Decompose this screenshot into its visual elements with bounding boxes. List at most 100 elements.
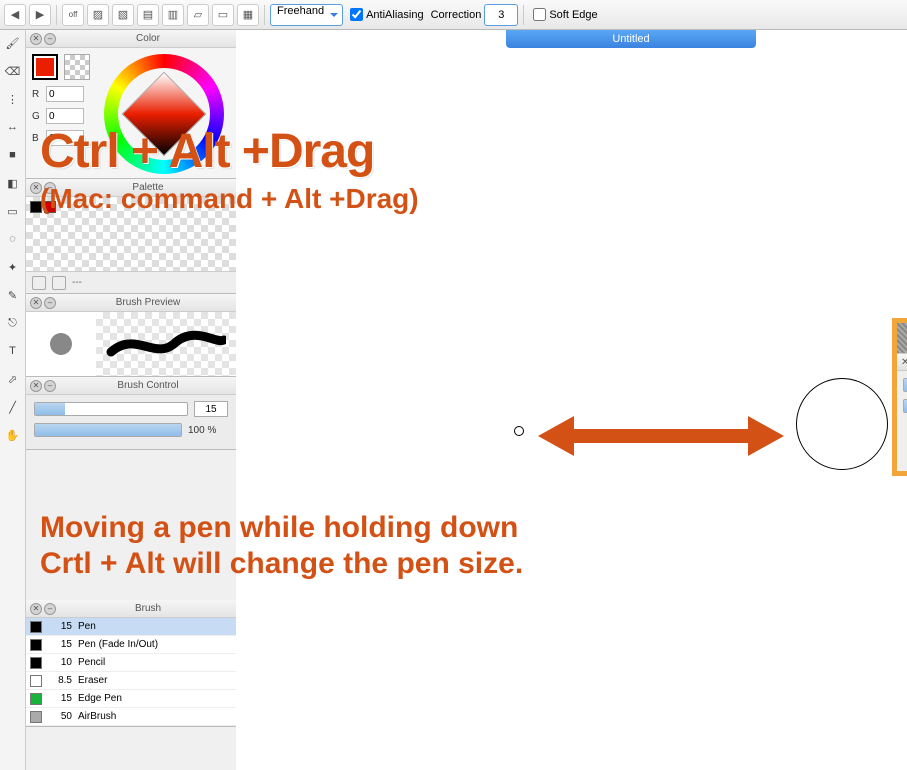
hand-tool-icon[interactable]: ✋	[4, 426, 22, 444]
rect-select-icon[interactable]: ▭	[4, 202, 22, 220]
dots-tool-icon[interactable]: ⋮	[4, 90, 22, 108]
pen-tool-icon[interactable]: ✎	[4, 286, 22, 304]
brush-name: Pen	[78, 621, 232, 632]
brush-size-input[interactable]	[194, 401, 228, 417]
collapse-icon[interactable]: –	[44, 380, 56, 392]
brush-row[interactable]: 15 Edge Pen	[26, 690, 236, 708]
brush-row[interactable]: 8.5 Eraser	[26, 672, 236, 690]
brush-opacity-label: 100 %	[188, 425, 228, 436]
top-toolbar: ◀ ▶ off ▨ ▧ ▤ ▥ ▱ ▭ ▦ Freehand AntiAlias…	[0, 0, 907, 30]
brush-opacity-slider[interactable]	[903, 399, 907, 413]
text-tool-icon[interactable]: T	[4, 342, 22, 360]
brush-preview-title: Brush Preview	[60, 297, 236, 308]
draw-mode-select[interactable]: Freehand	[270, 4, 343, 26]
brush-row[interactable]: 15 Pen (Fade In/Out)	[26, 636, 236, 654]
close-icon[interactable]: ✕	[30, 380, 42, 392]
close-icon[interactable]: ✕	[30, 603, 42, 615]
document-tab[interactable]: Untitled	[506, 30, 756, 48]
collapse-icon[interactable]: –	[44, 297, 56, 309]
gradient-tool-icon[interactable]: ◧	[4, 174, 22, 192]
pattern-3-icon[interactable]: ▤	[137, 4, 159, 26]
brush-name: Pencil	[78, 657, 232, 668]
brush-size-slider[interactable]	[34, 402, 188, 416]
brush-row[interactable]: 10 Pencil	[26, 654, 236, 672]
antialias-label: AntiAliasing	[366, 9, 423, 21]
antialias-checkbox[interactable]	[350, 8, 363, 21]
correction-input[interactable]	[484, 4, 518, 26]
brush-list-panel: ✕– Brush 15Pen15Pen (Fade In/Out)10Penci…	[26, 600, 236, 727]
color-panel-title: Color	[60, 33, 236, 44]
brush-swatch	[30, 621, 42, 633]
pattern-1-icon[interactable]: ▨	[87, 4, 109, 26]
g-label: G	[32, 111, 42, 122]
background-swatch[interactable]	[64, 54, 90, 80]
lasso-tool-icon[interactable]: ◌	[4, 230, 22, 248]
collapse-icon[interactable]: –	[44, 33, 56, 45]
pattern-4-icon[interactable]: ▥	[162, 4, 184, 26]
close-icon[interactable]: ✕	[30, 297, 42, 309]
tool-strip: 🖌 ⌫ ⋮ ↔ ■ ◧ ▭ ◌ ✦ ✎ ⎋ T ⬀ ╱ ✋	[0, 30, 26, 770]
size-demo	[496, 390, 887, 490]
draw-mode-label: Freehand	[277, 5, 324, 17]
antialias-check[interactable]: AntiAliasing	[350, 8, 423, 21]
eraser-tool-icon[interactable]: ⌫	[4, 62, 22, 80]
off-icon[interactable]: off	[62, 4, 84, 26]
softedge-label: Soft Edge	[549, 9, 597, 21]
r-label: R	[32, 89, 42, 100]
small-brush-circle	[514, 426, 524, 436]
nav-prev-icon[interactable]: ◀	[4, 4, 26, 26]
brush-control-panel: ✕– Brush Control 100 %	[26, 377, 236, 450]
brush-name: Eraser	[78, 675, 232, 686]
softedge-check[interactable]: Soft Edge	[533, 8, 597, 21]
annotation-heading: Ctrl + Alt +Drag (Mac: command + Alt +Dr…	[40, 124, 899, 215]
brush-size: 15	[48, 639, 72, 650]
brush-stroke-preview	[96, 312, 236, 376]
brush-size: 15	[48, 693, 72, 704]
large-brush-circle	[796, 378, 888, 470]
annotation-body1: Moving a pen while holding down	[40, 510, 899, 546]
brush-swatch	[30, 639, 42, 651]
double-arrow-icon	[536, 408, 786, 464]
document-title: Untitled	[612, 33, 649, 45]
brush-row[interactable]: 15Pen	[26, 618, 236, 636]
brush-preview-panel: ✕– Brush Preview	[26, 294, 236, 377]
pattern-6-icon[interactable]: ▭	[212, 4, 234, 26]
brush-size: 50	[48, 711, 72, 722]
brush-opacity-slider[interactable]	[34, 423, 182, 437]
eyedropper-icon[interactable]: ⎋	[4, 314, 22, 332]
brush-control-title: Brush Control	[60, 380, 236, 391]
r-input[interactable]	[46, 86, 84, 102]
close-icon[interactable]: ✕	[30, 33, 42, 45]
brush-size: 8.5	[48, 675, 72, 686]
pointer-tool-icon[interactable]: ⬀	[4, 370, 22, 388]
brush-size-slider[interactable]	[903, 378, 907, 392]
brush-name: AirBrush	[78, 711, 232, 722]
pattern-5-icon[interactable]: ▱	[187, 4, 209, 26]
fill-tool-icon[interactable]: ■	[4, 146, 22, 164]
brush-name: Pen (Fade In/Out)	[78, 639, 232, 650]
pattern-2-icon[interactable]: ▧	[112, 4, 134, 26]
brush-tool-icon[interactable]: 🖌	[4, 34, 22, 52]
brush-dot-preview	[26, 312, 96, 376]
brush-row[interactable]: 50 AirBrush	[26, 708, 236, 726]
annotation-line1: Ctrl + Alt +Drag	[40, 124, 899, 179]
brush-list-title: Brush	[60, 603, 236, 614]
wand-tool-icon[interactable]: ✦	[4, 258, 22, 276]
copy-icon[interactable]	[32, 276, 46, 290]
trash-icon[interactable]	[52, 276, 66, 290]
line-tool-icon[interactable]: ╱	[4, 398, 22, 416]
foreground-swatch[interactable]	[32, 54, 58, 80]
palette-footer-text: ---	[72, 277, 82, 288]
annotation-body2: Crtl + Alt will change the pen size.	[40, 546, 899, 582]
g-input[interactable]	[46, 108, 84, 124]
collapse-icon[interactable]: –	[44, 603, 56, 615]
pattern-7-icon[interactable]: ▦	[237, 4, 259, 26]
brush-name: Edge Pen	[78, 693, 232, 704]
move-tool-icon[interactable]: ↔	[4, 118, 22, 136]
close-icon[interactable]: ✕	[901, 357, 907, 368]
annotation-body: Moving a pen while holding down Crtl + A…	[40, 510, 899, 582]
annotation-line2: (Mac: command + Alt +Drag)	[40, 183, 899, 215]
brush-size: 10	[48, 657, 72, 668]
nav-next-icon[interactable]: ▶	[29, 4, 51, 26]
softedge-checkbox[interactable]	[533, 8, 546, 21]
